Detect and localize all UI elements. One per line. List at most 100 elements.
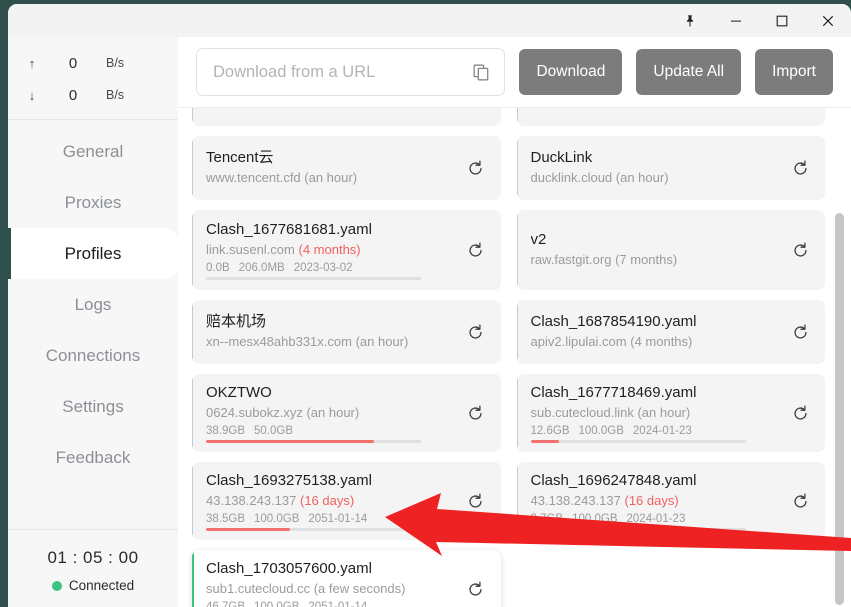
profile-age: (an hour) [304,170,358,186]
profile-accent-bar [192,466,193,537]
sidebar-item-feedback[interactable]: Feedback [8,432,178,483]
profile-title: Tencent云 [206,148,274,166]
refresh-icon[interactable] [787,493,813,510]
refresh-icon[interactable] [787,324,813,341]
profile-expires: 2024-01-23 [632,425,692,438]
profile-age: (16 days) [300,493,355,509]
profile-accent-bar [516,466,518,537]
sidebar-item-proxies[interactable]: Proxies [8,177,178,228]
profile-subtitle: xn--mesx48ahb331x.com (an hour) [206,333,457,352]
profile-title: Clash_1693275138.yaml [206,472,372,490]
import-button[interactable]: Import [755,49,833,95]
sidebar-item-settings[interactable]: Settings [8,381,178,432]
sidebar-item-label: General [62,141,124,161]
profile-usage-stats: 38.5GB 100.0GB 2051-01-14 [206,513,457,525]
profile-card[interactable]: Clash_1703057600.yaml sub1.cutecloud.cc (… [192,550,501,607]
profile-card[interactable]: 赔本机场 xn--mesx48ahb331x.com (an hour) [192,300,501,364]
refresh-icon[interactable] [463,493,489,510]
profile-subtitle: link.susenl.com (4 months) [206,241,457,260]
profile-usage-bar [206,528,422,532]
profile-card[interactable]: DuckLink ducklink.cloud (an hour) [516,136,825,200]
profile-host: apiv2.lipulai.com [530,334,627,350]
refresh-icon[interactable] [787,242,813,259]
minimize-button[interactable] [713,4,759,37]
profile-card[interactable]: Clash_1696247848.yaml 43.138.243.137 (16 … [516,462,825,541]
profile-host: raw.fastgit.org [530,252,612,268]
profile-card-body: Clash_1696247848.yaml 43.138.243.137 (16 … [530,471,782,532]
refresh-icon[interactable] [463,581,489,598]
refresh-icon[interactable] [787,160,813,177]
profile-card[interactable]: Clash_1693275138.yaml 43.138.243.137 (16 … [192,462,501,541]
profile-card[interactable]: Clash_1687854190.yaml apiv2.lipulai.com (… [516,300,825,364]
maximize-button[interactable] [759,4,805,37]
profile-total: 100.0GB [572,513,618,526]
url-input-wrapper[interactable] [196,48,506,96]
profile-expires: 2023-03-02 [293,262,353,275]
profile-age: (an hour) [306,405,360,421]
profile-card[interactable]: OKZTWO 0624.subokz.xyz (an hour) 38.9GB 50.… [192,374,501,453]
scrollbar-thumb[interactable] [835,213,844,605]
profile-host: link.susenl.com [206,242,295,258]
profile-subtitle: 43.138.243.137 (16 days) [531,492,782,511]
close-icon [822,15,834,26]
refresh-icon[interactable] [787,405,813,422]
profile-title: Clash_1677718469.yaml [530,384,697,401]
title-bar [8,4,851,37]
uptime-clock: 01 : 05 : 00 [47,548,139,567]
status-label: Connected [68,578,135,593]
profile-subtitle: ducklink.cloud (an hour) [531,169,782,188]
profile-expires: 2051-01-14 [308,601,367,607]
sidebar-item-connections[interactable]: Connections [8,330,178,381]
profile-card-body: Clash_1677718469.yaml sub.cutecloud.link … [530,383,782,444]
sidebar-item-label: Feedback [55,447,131,467]
pin-button[interactable] [667,4,713,37]
url-input[interactable] [211,61,468,83]
sidebar-item-label: Connections [45,345,141,365]
profile-card[interactable]: Clash_1677718469.yaml sub.cutecloud.link … [516,374,825,453]
toolbar: Download Update All Import [178,37,851,108]
app-root: ↑ 0 B/s ↓ 0 B/s General Proxies Profiles Lo… [0,0,851,607]
sidebar-item-label: Logs [74,294,112,314]
download-button[interactable]: Download [519,49,623,95]
profile-subtitle: apiv2.lipulai.com (4 months) [531,333,782,352]
update-all-button[interactable]: Update All [636,49,742,95]
profile-usage-bar-fill [206,440,375,444]
profile-age: (an hour) [615,170,669,186]
sidebar-nav: General Proxies Profiles Logs Connections Set… [8,120,178,529]
paste-icon[interactable] [467,64,490,81]
sidebar-item-profiles[interactable]: Profiles [8,228,178,279]
profile-age: (4 months) [630,334,693,350]
profiles-list-viewport: 50.0GB50.0GB Tencent云 www.tencent.cfd (an … [178,108,851,607]
profile-card[interactable] [516,108,825,126]
profile-subtitle: sub.cutecloud.link (an hour) [531,404,782,423]
close-button[interactable] [805,4,851,37]
refresh-icon[interactable] [463,324,489,341]
refresh-icon[interactable] [463,160,489,177]
profile-usage-bar-fill [530,440,559,444]
profile-accent-bar [516,140,518,196]
profile-card[interactable]: v2 raw.fastgit.org (7 months) [516,210,825,290]
profile-card[interactable]: Tencent云 www.tencent.cfd (an hour) [192,136,501,200]
profile-total: 206.0MB [238,262,285,275]
profile-card-body: 赔本机场 xn--mesx48ahb331x.com (an hour) [206,312,457,352]
profile-expires: 2051-01-14 [308,513,368,526]
refresh-icon[interactable] [463,405,489,422]
profile-age: (a few seconds) [313,581,406,597]
profile-usage-bar [530,440,746,444]
sidebar-item-general[interactable]: General [8,126,178,177]
profiles-scrollbar[interactable] [835,213,844,605]
download-traffic-row: ↓ 0 B/s [8,79,178,111]
sidebar: ↑ 0 B/s ↓ 0 B/s General Proxies Profiles Lo… [8,37,178,607]
profile-accent-bar [516,378,518,449]
profile-card[interactable]: 50.0GB50.0GB [192,108,501,126]
sidebar-item-logs[interactable]: Logs [8,279,178,330]
profile-card-body: Tencent云 www.tencent.cfd (an hour) [206,148,457,188]
refresh-icon[interactable] [463,242,489,259]
profile-card[interactable]: Clash_1677681681.yaml link.susenl.com (4 … [192,210,501,290]
download-value: 0 [68,86,78,104]
profile-title: OKZTWO [206,384,272,401]
profile-age: (an hour) [355,334,409,350]
upload-value: 0 [68,54,78,72]
profile-host: ducklink.cloud [530,170,613,186]
profile-subtitle: raw.fastgit.org (7 months) [531,251,782,270]
